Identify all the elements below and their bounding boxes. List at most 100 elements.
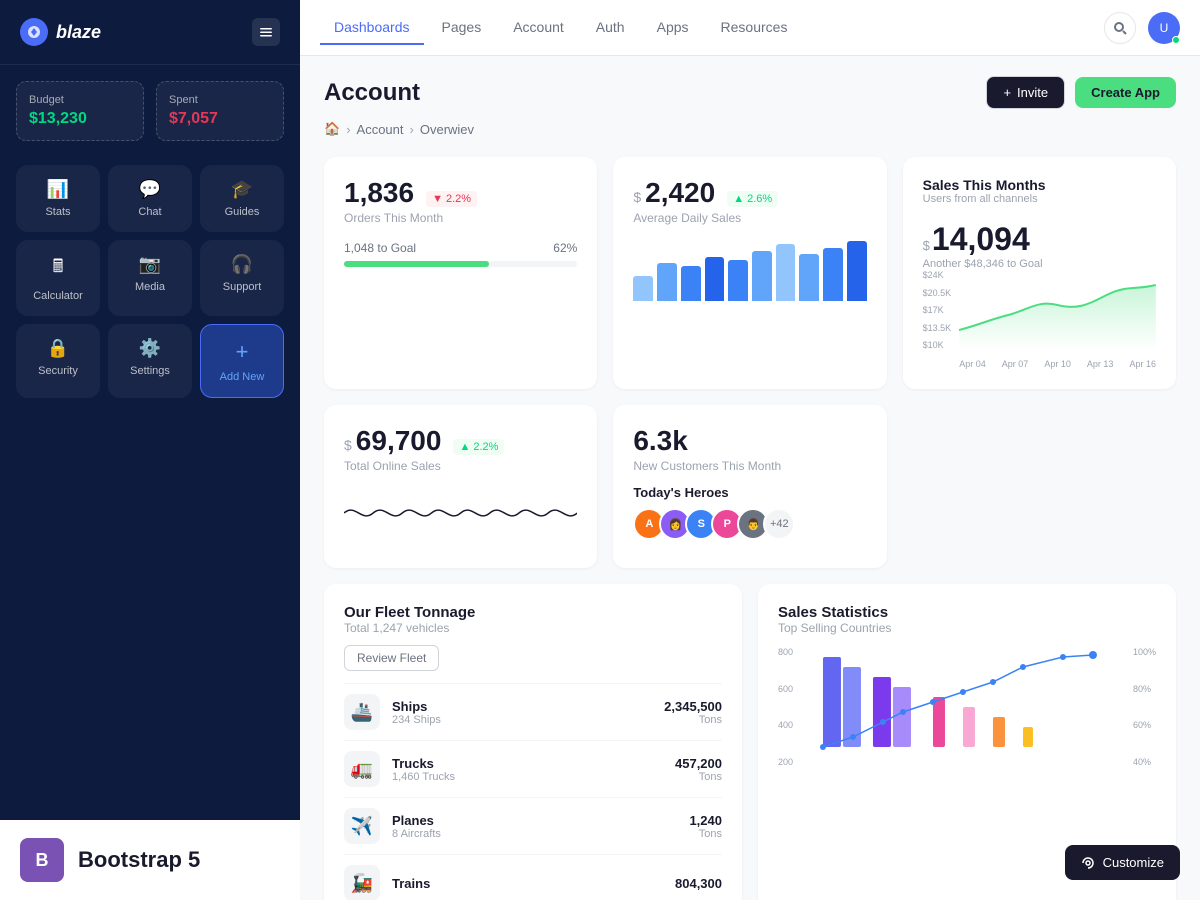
- sidebar-item-stats[interactable]: 📊 Stats: [16, 165, 100, 232]
- budget-section: Budget $13,230 Spent $7,057: [0, 65, 300, 157]
- sales-stats-title: Sales Statistics: [778, 604, 1156, 621]
- online-sales-card: $ 69,700 ▲ 2.2% Total Online Sales: [324, 405, 597, 568]
- top-nav-links: Dashboards Pages Account Auth Apps Resou…: [320, 11, 801, 45]
- sidebar: blaze Budget $13,230 Spent $7,057 📊 Stat…: [0, 0, 300, 900]
- add-new-icon: +: [236, 339, 249, 365]
- stats-row-2: $ 69,700 ▲ 2.2% Total Online Sales 6.3k: [324, 405, 1176, 568]
- logo: blaze: [20, 18, 101, 46]
- invite-button[interactable]: + Invite: [986, 76, 1065, 109]
- bootstrap-text: Bootstrap 5: [78, 847, 200, 873]
- planes-info: Planes 8 Aircrafts: [392, 813, 441, 840]
- heroes-avatars: A 👩 S P 👨 +42: [633, 508, 866, 540]
- support-icon: 🎧: [231, 254, 253, 275]
- ships-unit: Tons: [664, 714, 722, 726]
- guides-label: Guides: [225, 206, 260, 218]
- review-fleet-button[interactable]: Review Fleet: [344, 645, 439, 671]
- trucks-amount: 457,200: [675, 756, 722, 771]
- top-nav: Dashboards Pages Account Auth Apps Resou…: [300, 0, 1200, 56]
- progress-bar: [344, 261, 577, 267]
- bar-7: [776, 244, 796, 301]
- sales-month-subtitle: Users from all channels: [923, 193, 1156, 205]
- nav-account[interactable]: Account: [499, 11, 578, 45]
- sales-change-badge: ▲ 2.6%: [727, 191, 778, 207]
- fleet-title: Our Fleet Tonnage: [344, 604, 722, 621]
- settings-icon: ⚙️: [139, 338, 161, 359]
- home-icon: 🏠: [324, 121, 340, 137]
- sales-stats-chart: 800 600 400 200: [778, 647, 1156, 772]
- big-prefix: $: [923, 238, 930, 253]
- sidebar-item-security[interactable]: 🔒 Security: [16, 324, 100, 398]
- planes-value: 1,240 Tons: [689, 813, 722, 840]
- progress-pct: 62%: [553, 241, 577, 255]
- stats-label: Stats: [45, 206, 70, 218]
- x-axis-labels: Apr 04 Apr 07 Apr 10 Apr 13 Apr 16: [959, 359, 1156, 369]
- nav-auth[interactable]: Auth: [582, 11, 639, 45]
- stats-row-1: 1,836 ▼ 2.2% Orders This Month 1,048 to …: [324, 157, 1176, 389]
- nav-pages[interactable]: Pages: [428, 11, 496, 45]
- daily-sales-card: $ 2,420 ▲ 2.6% Average Daily Sales: [613, 157, 886, 389]
- bar-3: [681, 266, 701, 301]
- user-avatar[interactable]: U: [1148, 12, 1180, 44]
- trains-value: 804,300: [675, 876, 722, 891]
- sidebar-item-calculator[interactable]: 🖩 Calculator: [16, 240, 100, 316]
- sidebar-item-media[interactable]: 📷 Media: [108, 240, 192, 316]
- trucks-unit: Tons: [675, 771, 722, 783]
- menu-icon[interactable]: [252, 18, 280, 46]
- heroes-label: Today's Heroes: [633, 485, 866, 500]
- wavy-chart: [344, 483, 577, 543]
- bootstrap-badge: B Bootstrap 5: [0, 820, 300, 900]
- sales-stats-subtitle: Top Selling Countries: [778, 621, 1156, 635]
- customers-value: 6.3k: [633, 425, 688, 457]
- page-content: Account + Invite Create App 🏠 › Account …: [300, 56, 1200, 900]
- customize-button[interactable]: Customize: [1065, 845, 1180, 880]
- bar-8: [799, 254, 819, 301]
- create-app-button[interactable]: Create App: [1075, 77, 1176, 108]
- search-button[interactable]: [1104, 12, 1136, 44]
- planes-amount: 1,240: [689, 813, 722, 828]
- sidebar-item-add-new[interactable]: + Add New: [200, 324, 284, 398]
- sales-month-card: Sales This Months Users from all channel…: [903, 157, 1176, 389]
- sales-month-title: Sales This Months: [923, 177, 1156, 193]
- planes-sub: 8 Aircrafts: [392, 828, 441, 840]
- trucks-icon: 🚛: [344, 751, 380, 787]
- add-new-label: Add New: [220, 371, 265, 383]
- ships-info: Ships 234 Ships: [392, 699, 441, 726]
- ss-svg: [799, 647, 1127, 767]
- fleet-item-trains: 🚂 Trains 804,300: [344, 854, 722, 900]
- security-label: Security: [38, 365, 78, 377]
- spent-value: $7,057: [169, 110, 271, 128]
- sidebar-item-guides[interactable]: 🎓 Guides: [200, 165, 284, 232]
- heroes-section: Today's Heroes A 👩 S P 👨 +42: [633, 485, 866, 540]
- security-icon: 🔒: [47, 338, 69, 359]
- ships-sub: 234 Ships: [392, 714, 441, 726]
- spent-card: Spent $7,057: [156, 81, 284, 141]
- up-arrow-icon: ▲: [733, 193, 744, 205]
- fleet-card: Our Fleet Tonnage Total 1,247 vehicles R…: [324, 584, 742, 900]
- fleet-item-planes: ✈️ Planes 8 Aircrafts 1,240 Tons: [344, 797, 722, 854]
- breadcrumb-account[interactable]: Account: [357, 122, 404, 137]
- budget-card: Budget $13,230: [16, 81, 144, 141]
- orders-card: 1,836 ▼ 2.2% Orders This Month 1,048 to …: [324, 157, 597, 389]
- media-label: Media: [135, 281, 165, 293]
- top-nav-right: U: [1104, 12, 1180, 44]
- nav-apps[interactable]: Apps: [643, 11, 703, 45]
- plus-icon: +: [1003, 85, 1011, 100]
- chat-label: Chat: [138, 206, 161, 218]
- bar-2: [657, 263, 677, 301]
- page-actions: + Invite Create App: [986, 76, 1176, 109]
- sidebar-item-support[interactable]: 🎧 Support: [200, 240, 284, 316]
- empty-col: [903, 405, 1176, 568]
- orders-value: 1,836: [344, 177, 414, 209]
- spent-label: Spent: [169, 94, 271, 106]
- nav-dashboards[interactable]: Dashboards: [320, 11, 424, 45]
- bar-9: [823, 248, 843, 301]
- ships-value: 2,345,500 Tons: [664, 699, 722, 726]
- main-content: Dashboards Pages Account Auth Apps Resou…: [300, 0, 1200, 900]
- sidebar-item-chat[interactable]: 💬 Chat: [108, 165, 192, 232]
- trains-name: Trains: [392, 876, 430, 891]
- nav-resources[interactable]: Resources: [707, 11, 802, 45]
- sidebar-item-settings[interactable]: ⚙️ Settings: [108, 324, 192, 398]
- breadcrumb-current: Overwiev: [420, 122, 474, 137]
- media-icon: 📷: [139, 254, 161, 275]
- big-sales-value: 14,094: [932, 221, 1030, 258]
